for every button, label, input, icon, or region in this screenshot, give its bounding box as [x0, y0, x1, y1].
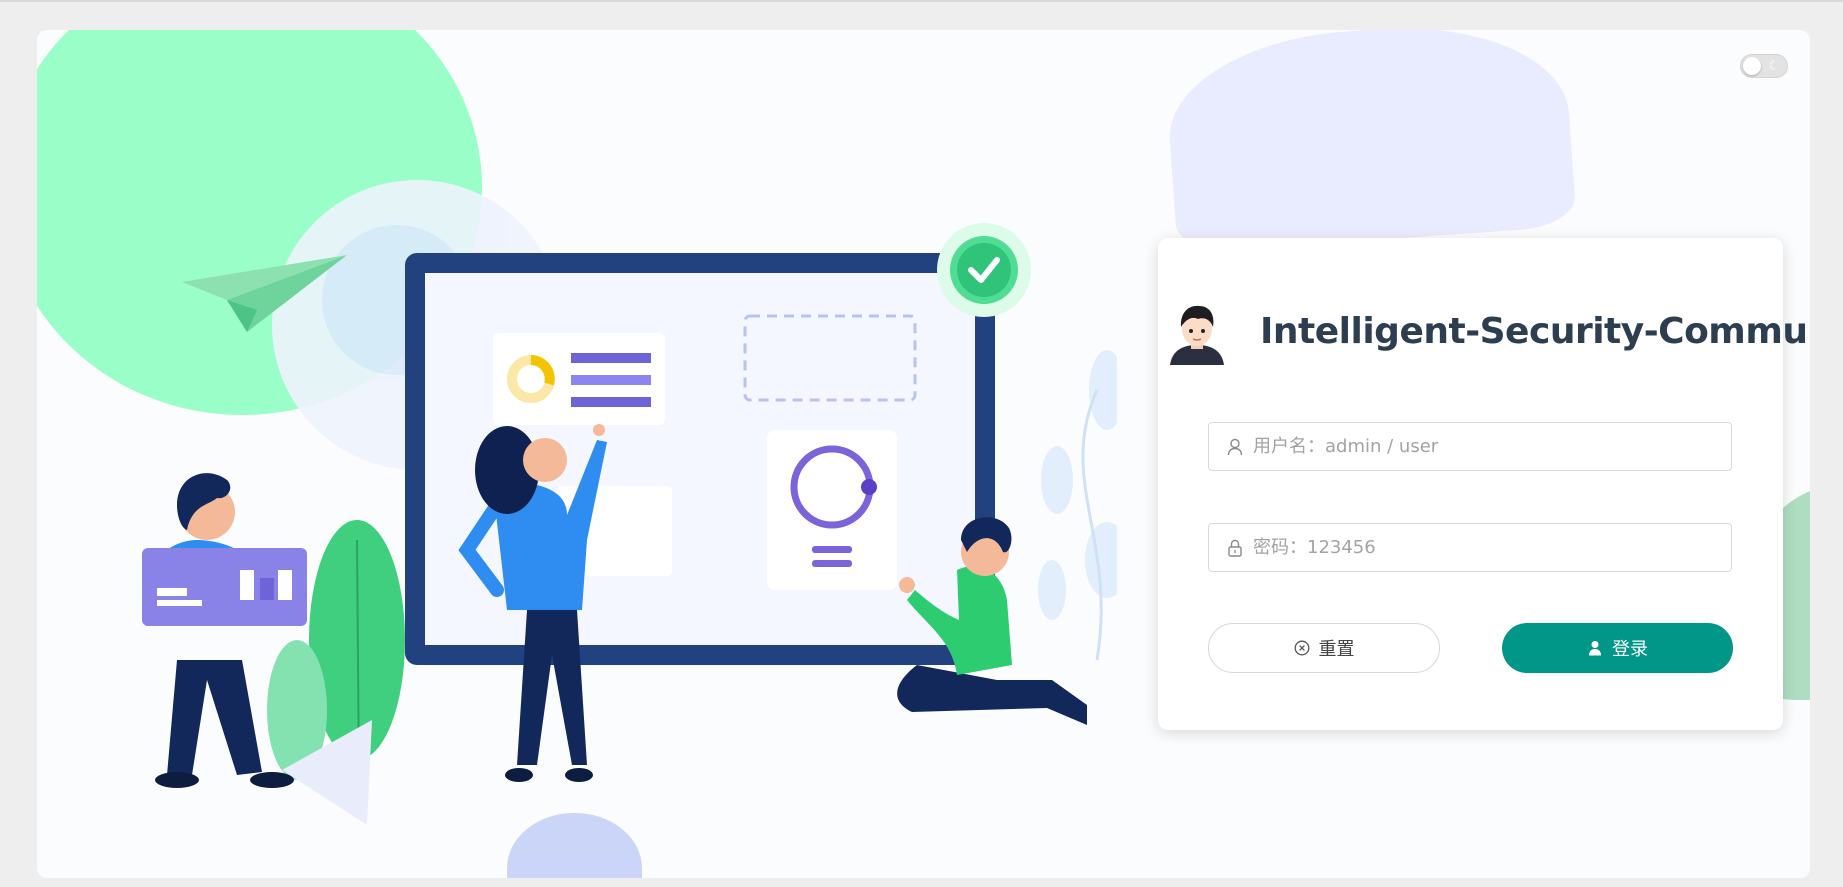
- username-field: [1208, 422, 1732, 471]
- check-badge-icon: [937, 223, 1031, 317]
- close-circle-icon: [1294, 640, 1309, 656]
- reset-button-label: 重置: [1318, 639, 1355, 660]
- login-panel: Intelligent-Security-Community 重置: [1158, 238, 1810, 730]
- lock-icon: [1228, 539, 1242, 557]
- decor-leaves: [1038, 350, 1117, 661]
- password-field: [1208, 523, 1732, 572]
- reset-button[interactable]: 重置: [1208, 623, 1440, 673]
- moon-icon: ☾: [1768, 58, 1780, 73]
- user-filled-icon: [1589, 641, 1601, 656]
- decor-blue-shape: [1163, 30, 1577, 254]
- theme-toggle-switch[interactable]: ☾: [1740, 54, 1788, 78]
- login-button[interactable]: 登录: [1502, 623, 1733, 673]
- username-input[interactable]: [1253, 423, 1723, 470]
- window-top-border: [0, 0, 1843, 2]
- team-illustration: [142, 180, 1117, 825]
- app-title: Intelligent-Security-Community: [1260, 311, 1810, 352]
- login-button-label: 登录: [1612, 639, 1648, 660]
- login-page-card: ☾ Intelligent-Security-Community: [37, 30, 1810, 878]
- password-input[interactable]: [1253, 524, 1723, 571]
- avatar: [1170, 305, 1224, 365]
- user-outline-icon: [1227, 438, 1243, 456]
- toggle-knob: [1743, 57, 1761, 75]
